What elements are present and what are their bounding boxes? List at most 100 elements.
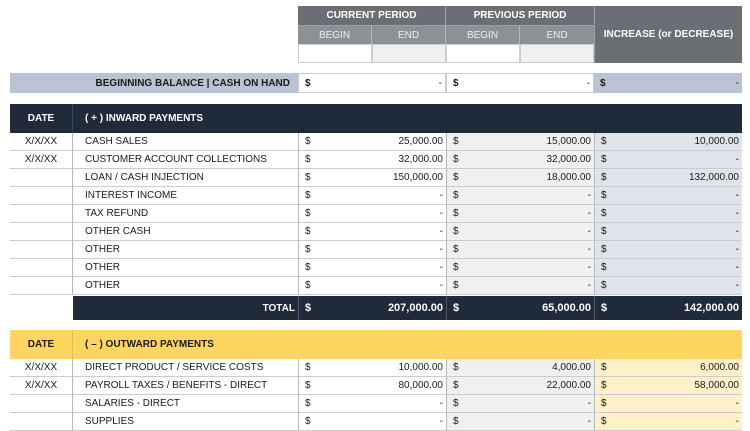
amount: - xyxy=(587,208,591,219)
row-date[interactable] xyxy=(10,205,73,223)
currency-symbol: $ xyxy=(305,280,311,291)
row-label[interactable]: OTHER xyxy=(73,277,298,295)
row-change-amount: $ - xyxy=(594,205,742,223)
row-date[interactable] xyxy=(10,259,73,277)
row-date[interactable] xyxy=(10,277,73,295)
row-current-amount[interactable]: $ 10,000.00 xyxy=(298,359,446,377)
currency-symbol: $ xyxy=(601,302,608,314)
currency-symbol: $ xyxy=(305,398,311,409)
row-change-amount: $ - xyxy=(594,259,742,277)
amount: 132,000.00 xyxy=(688,172,739,183)
amount: 15,000.00 xyxy=(546,136,592,147)
amount: 58,000.00 xyxy=(694,380,740,391)
currency-symbol: $ xyxy=(305,244,311,255)
row-date[interactable] xyxy=(10,169,73,187)
amount: - xyxy=(587,280,591,291)
row-label[interactable]: INTEREST INCOME xyxy=(73,187,298,205)
row-current-amount[interactable]: $ 32,000.00 xyxy=(298,151,446,169)
currency-symbol: $ xyxy=(305,302,312,314)
row-previous-amount[interactable]: $ 4,000.00 xyxy=(446,359,594,377)
row-date[interactable] xyxy=(10,187,73,205)
currency-symbol: $ xyxy=(453,226,459,237)
currency-symbol: $ xyxy=(453,77,459,89)
row-current-amount[interactable]: $ - xyxy=(298,259,446,277)
row-previous-amount[interactable]: $ - xyxy=(446,205,594,223)
currency-symbol: $ xyxy=(601,154,607,165)
currency-symbol: $ xyxy=(453,190,459,201)
currency-symbol: $ xyxy=(600,77,606,89)
row-change-amount: $ - xyxy=(594,241,742,259)
row-previous-amount[interactable]: $ - xyxy=(446,259,594,277)
row-current-amount[interactable]: $ - xyxy=(298,277,446,295)
currency-symbol: $ xyxy=(305,208,311,219)
row-date[interactable]: X/X/XX xyxy=(10,359,73,377)
amount: - xyxy=(439,226,443,237)
row-label[interactable]: CUSTOMER ACCOUNT COLLECTIONS xyxy=(73,151,298,169)
row-label[interactable]: PAYROLL TAXES / BENEFITS - DIRECT xyxy=(73,377,298,395)
previous-period-header: PREVIOUS PERIOD xyxy=(446,6,594,25)
amount: 6,000.00 xyxy=(700,362,739,373)
currency-symbol: $ xyxy=(453,262,459,273)
row-previous-amount[interactable]: $ - xyxy=(446,223,594,241)
row-previous-amount[interactable]: $ 15,000.00 xyxy=(446,133,594,151)
row-label[interactable]: SALARIES - DIRECT xyxy=(73,395,298,413)
currency-symbol: $ xyxy=(305,362,311,373)
amount: - xyxy=(586,77,590,89)
beginning-balance-change: $ - xyxy=(594,73,742,93)
current-end-input[interactable] xyxy=(372,44,446,63)
amount: - xyxy=(438,77,442,89)
row-label[interactable]: OTHER xyxy=(73,241,298,259)
row-label[interactable]: OTHER CASH xyxy=(73,223,298,241)
row-previous-amount[interactable]: $ - xyxy=(446,413,594,431)
row-previous-amount[interactable]: $ - xyxy=(446,277,594,295)
row-current-amount[interactable]: $ 80,000.00 xyxy=(298,377,446,395)
currency-symbol: $ xyxy=(601,416,607,427)
row-current-amount[interactable]: $ - xyxy=(298,205,446,223)
row-previous-amount[interactable]: $ - xyxy=(446,395,594,413)
row-previous-amount[interactable]: $ 18,000.00 xyxy=(446,169,594,187)
row-current-amount[interactable]: $ - xyxy=(298,223,446,241)
row-change-amount: $ - xyxy=(594,223,742,241)
row-label[interactable]: DIRECT PRODUCT / SERVICE COSTS xyxy=(73,359,298,377)
beginning-balance-previous[interactable]: $ - xyxy=(446,73,594,93)
row-current-amount[interactable]: $ - xyxy=(298,413,446,431)
amount: - xyxy=(735,208,739,219)
row-change-amount: $ - xyxy=(594,277,742,295)
currency-symbol: $ xyxy=(601,244,607,255)
row-previous-amount[interactable]: $ - xyxy=(446,241,594,259)
row-label[interactable]: SUPPLIES xyxy=(73,413,298,431)
row-label[interactable]: OTHER xyxy=(73,259,298,277)
row-previous-amount[interactable]: $ 32,000.00 xyxy=(446,151,594,169)
row-previous-amount[interactable]: $ 22,000.00 xyxy=(446,377,594,395)
currency-symbol: $ xyxy=(305,380,311,391)
beginning-balance-current[interactable]: $ - xyxy=(298,73,446,93)
amount: - xyxy=(587,190,591,201)
amount: - xyxy=(587,398,591,409)
previous-end-input[interactable] xyxy=(520,44,594,63)
row-label[interactable]: CASH SALES xyxy=(73,133,298,151)
row-date[interactable] xyxy=(10,413,73,431)
inward-total-label: TOTAL xyxy=(73,296,298,320)
row-date[interactable] xyxy=(10,395,73,413)
row-current-amount[interactable]: $ - xyxy=(298,395,446,413)
amount: - xyxy=(587,244,591,255)
row-previous-amount[interactable]: $ - xyxy=(446,187,594,205)
row-change-amount: $ 10,000.00 xyxy=(594,133,742,151)
previous-begin-input[interactable] xyxy=(446,44,520,63)
row-date[interactable]: X/X/XX xyxy=(10,133,73,151)
row-current-amount[interactable]: $ - xyxy=(298,187,446,205)
row-current-amount[interactable]: $ - xyxy=(298,241,446,259)
row-date[interactable] xyxy=(10,241,73,259)
row-label[interactable]: TAX REFUND xyxy=(73,205,298,223)
currency-symbol: $ xyxy=(453,154,459,165)
amount: 4,000.00 xyxy=(552,362,591,373)
row-date[interactable]: X/X/XX xyxy=(10,377,73,395)
row-label[interactable]: LOAN / CASH INJECTION xyxy=(73,169,298,187)
row-current-amount[interactable]: $ 150,000.00 xyxy=(298,169,446,187)
row-current-amount[interactable]: $ 25,000.00 xyxy=(298,133,446,151)
row-date[interactable]: X/X/XX xyxy=(10,151,73,169)
current-begin-input[interactable] xyxy=(298,44,372,63)
row-change-amount: $ - xyxy=(594,151,742,169)
amount: - xyxy=(439,398,443,409)
row-date[interactable] xyxy=(10,223,73,241)
